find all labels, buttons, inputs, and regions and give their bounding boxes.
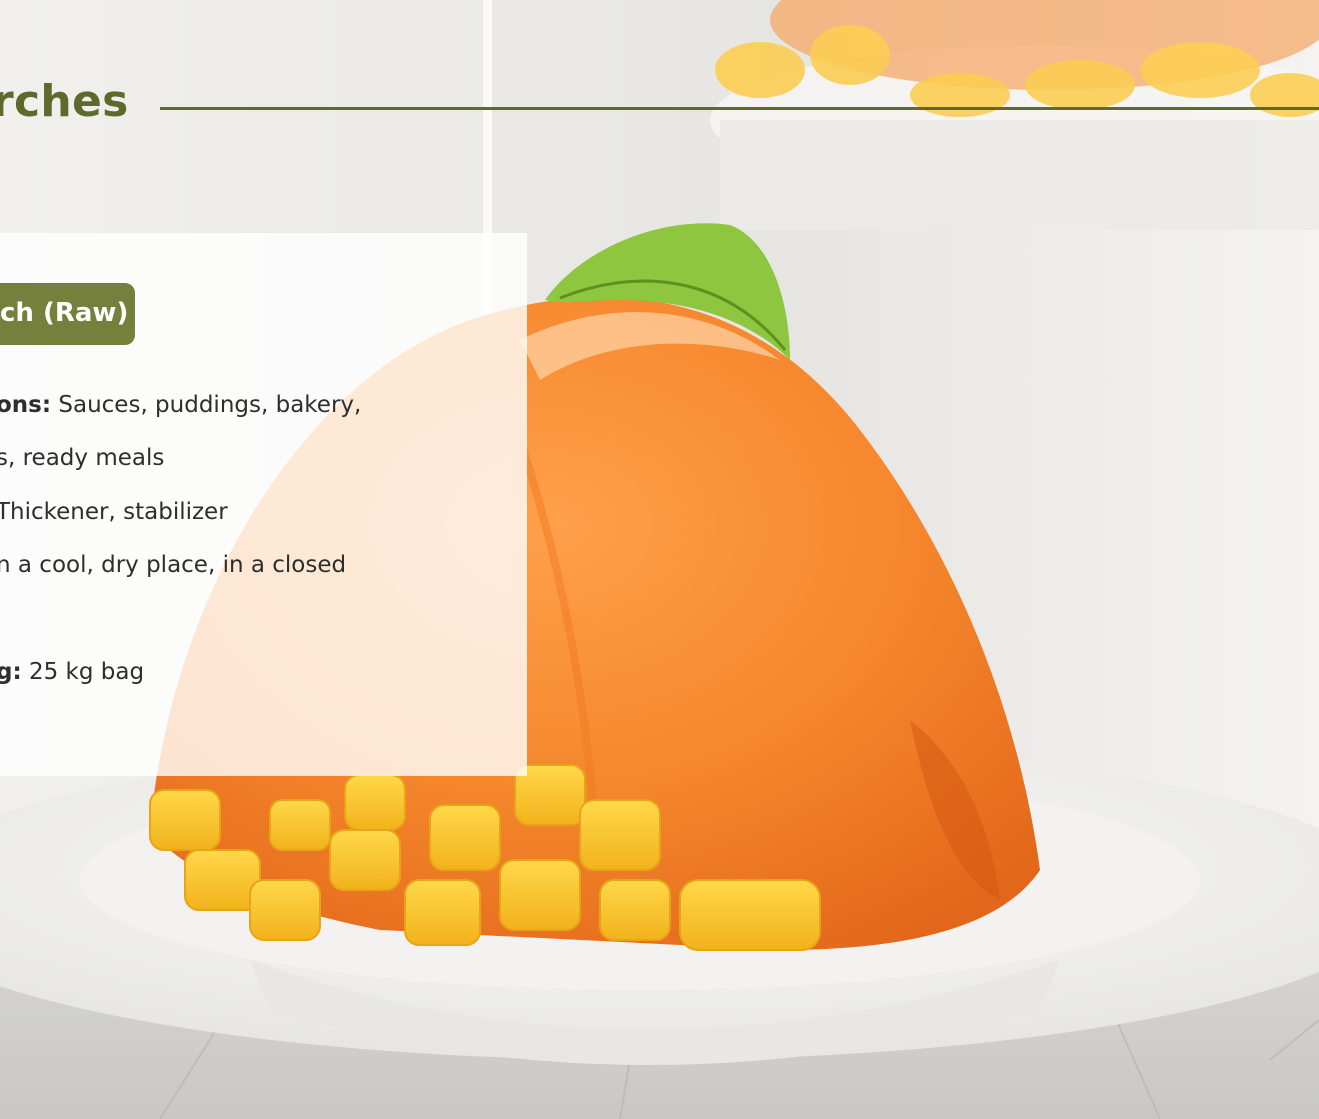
title-divider <box>160 107 1319 110</box>
spec-label: g: <box>0 659 22 685</box>
spec-packaging: g: 25 kg bag <box>0 659 144 685</box>
product-badge: ch (Raw) <box>0 283 135 345</box>
spec-value: n a cool, dry place, in a closed <box>0 552 347 578</box>
section-title: rches <box>0 76 129 127</box>
spec-storage: n a cool, dry place, in a closed <box>0 552 346 578</box>
spec-value: s, ready meals <box>0 445 165 471</box>
product-name-label: ch (Raw) <box>0 283 135 345</box>
spec-value: 25 kg bag <box>21 659 145 685</box>
spec-function: Thickener, stabilizer <box>0 499 228 525</box>
spec-value: Thickener, stabilizer <box>0 499 228 525</box>
spec-label: ons: <box>0 392 52 418</box>
spec-applications: ons: Sauces, puddings, bakery, <box>0 392 361 418</box>
spec-value: Sauces, puddings, bakery, <box>51 392 362 418</box>
spec-applications-continued: s, ready meals <box>0 445 164 471</box>
